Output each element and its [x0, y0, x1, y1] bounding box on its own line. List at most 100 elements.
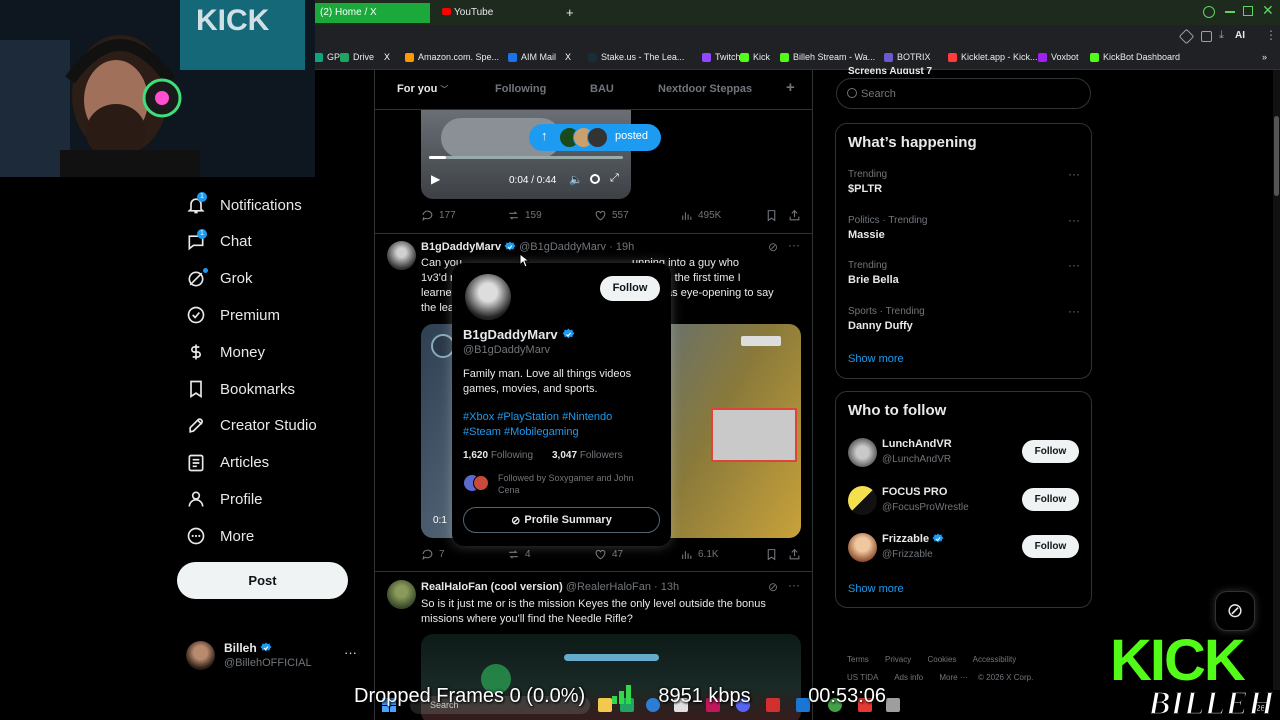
sidebar-item-creator-studio[interactable]: Creator Studio — [186, 416, 317, 436]
tweet2-avatar[interactable] — [387, 241, 416, 270]
ai-button[interactable]: AI — [1235, 30, 1245, 41]
footer-link-more[interactable]: More ··· — [939, 673, 967, 682]
close-icon[interactable]: ✕ — [1262, 2, 1274, 19]
trend-item[interactable]: Sports · Trending Danny Duffy ··· — [848, 304, 1080, 332]
sidebar-item-chat[interactable]: Chat — [186, 232, 252, 252]
scrollbar-thumb[interactable] — [1274, 116, 1279, 196]
bookmark-item[interactable]: Stake.us - The Lea... — [588, 52, 684, 62]
grok-icon[interactable]: ⊘ — [768, 580, 778, 594]
bookmark-item[interactable]: BOTRIX — [884, 52, 931, 62]
repost-button[interactable]: 4 — [507, 548, 531, 561]
bookmark-item[interactable]: Billeh Stream - Wa... — [780, 52, 875, 62]
tweet2-author-name[interactable]: B1gDaddyMarv — [421, 241, 501, 253]
sidebar-item-premium[interactable]: Premium — [186, 305, 280, 325]
settings-icon[interactable] — [590, 174, 600, 184]
new-tab-button[interactable]: + — [560, 3, 576, 23]
tweet2-handle-time[interactable]: @B1gDaddyMarv · 19h — [519, 241, 634, 253]
follow-show-more-link[interactable]: Show more — [848, 583, 904, 595]
reply-button[interactable]: 177 — [421, 209, 456, 222]
follow-suggestion[interactable]: FOCUS PRO @FocusProWrestle Follow — [836, 484, 1091, 520]
bookmark-item[interactable]: AIM Mail — [508, 52, 556, 62]
new-posts-pill[interactable]: ↑ posted — [529, 124, 661, 151]
hovercard-handle[interactable]: @B1gDaddyMarv — [463, 344, 550, 356]
like-button[interactable]: 557 — [594, 209, 629, 222]
post-button[interactable]: Post — [177, 562, 348, 599]
footer-link-terms[interactable]: Terms — [847, 655, 869, 664]
follow-button[interactable]: Follow — [1022, 440, 1079, 463]
trend-more-icon[interactable]: ··· — [1068, 213, 1080, 227]
grok-floating-icon[interactable]: ⊘ — [1215, 591, 1255, 631]
fullscreen-icon[interactable]: ⤢ — [610, 172, 619, 185]
tweet-more-icon[interactable]: ··· — [788, 578, 800, 592]
screenshot-icon[interactable] — [1201, 31, 1212, 42]
follow-button[interactable]: Follow — [1022, 487, 1079, 511]
search-box[interactable] — [836, 78, 1091, 109]
bookmark-item[interactable]: X — [384, 52, 390, 62]
hashtag-line[interactable]: #Xbox #PlayStation #Nintendo — [463, 410, 612, 425]
page-scrollbar[interactable] — [1273, 70, 1280, 690]
views-button[interactable]: 495K — [680, 209, 721, 222]
footer-link-accessibility[interactable]: Accessibility — [973, 655, 1017, 664]
follow-suggestion[interactable]: Frizzable @Frizzable Follow — [836, 531, 1091, 567]
tweet3-avatar[interactable] — [387, 580, 416, 609]
hovercard-avatar[interactable] — [465, 274, 511, 320]
hovercard-following[interactable]: 1,620 Following — [463, 450, 533, 461]
account-switcher[interactable]: Billeh @BillehOFFICIAL ··· — [186, 641, 364, 677]
profile-summary-button[interactable]: ⊘ Profile Summary — [463, 507, 660, 533]
extensions-icon[interactable] — [1178, 28, 1195, 45]
sidebar-item-more[interactable]: More — [186, 526, 254, 546]
bookmark-item[interactable]: Kicklet.app - Kick... — [948, 52, 1038, 62]
hovercard-name[interactable]: B1gDaddyMarv — [463, 327, 558, 342]
trends-show-more-link[interactable]: Show more — [848, 353, 904, 365]
bookmark-button[interactable] — [765, 209, 778, 222]
grok-icon[interactable]: ⊘ — [768, 240, 778, 254]
bookmark-item[interactable]: Amazon.com. Spe... — [405, 52, 499, 62]
repost-button[interactable]: 159 — [507, 209, 542, 222]
bookmark-item[interactable]: Drive — [340, 52, 374, 62]
search-tabs-icon[interactable] — [1203, 6, 1215, 18]
tab-for-you[interactable]: For you ﹀ — [397, 83, 448, 95]
minimize-icon[interactable] — [1225, 11, 1235, 13]
footer-link-privacy[interactable]: Privacy — [885, 655, 911, 664]
volume-icon[interactable]: 🔈 — [569, 173, 583, 186]
tab-bau[interactable]: BAU — [590, 83, 614, 95]
hovercard-followers[interactable]: 3,047 Followers — [552, 450, 623, 461]
views-button[interactable]: 6.1K — [680, 548, 719, 561]
tweet3-author-name[interactable]: RealHaloFan (cool version) — [421, 581, 563, 593]
sidebar-item-articles[interactable]: Articles — [186, 453, 269, 473]
tab-following[interactable]: Following — [495, 83, 546, 95]
play-icon[interactable]: ▶ — [431, 172, 440, 186]
trend-item[interactable]: Trending $PLTR ··· — [848, 167, 1080, 195]
tweet3-handle-time[interactable]: @RealerHaloFan · 13h — [566, 581, 679, 593]
share-button[interactable] — [788, 209, 801, 222]
share-button[interactable] — [788, 548, 801, 561]
hovercard-follow-button[interactable]: Follow — [600, 276, 660, 301]
sidebar-item-grok[interactable]: Grok — [186, 269, 253, 289]
sidebar-item-money[interactable]: Money — [186, 342, 265, 362]
bookmark-button[interactable] — [765, 548, 778, 561]
tab-home-x[interactable]: (2) Home / X — [314, 3, 430, 23]
hovercard-hashtags[interactable]: #Xbox #PlayStation #Nintendo #Steam #Mob… — [463, 410, 612, 440]
bookmark-item[interactable]: Twitch — [702, 52, 741, 62]
follow-suggestion[interactable]: LunchAndVR @LunchAndVR Follow — [836, 436, 1091, 472]
trend-more-icon[interactable]: ··· — [1068, 258, 1080, 272]
bookmark-item[interactable]: Voxbot — [1038, 52, 1079, 62]
reply-button[interactable]: 7 — [421, 548, 445, 561]
sidebar-item-bookmarks[interactable]: Bookmarks — [186, 379, 295, 399]
search-input[interactable] — [861, 85, 1081, 103]
follow-button[interactable]: Follow — [1022, 535, 1079, 558]
footer-link-ads-info[interactable]: Ads info — [894, 673, 923, 682]
bookmark-item[interactable]: KickBot Dashboard — [1090, 52, 1180, 62]
like-button[interactable]: 47 — [594, 548, 623, 561]
bookmarks-overflow-icon[interactable]: » — [1262, 52, 1267, 62]
account-more-icon[interactable]: ··· — [344, 645, 357, 660]
tweet-more-icon[interactable]: ··· — [788, 238, 800, 252]
hashtag-line[interactable]: #Steam #Mobilegaming — [463, 425, 612, 440]
sidebar-item-profile[interactable]: Profile — [186, 489, 263, 509]
maximize-icon[interactable] — [1243, 6, 1253, 16]
menu-icon[interactable]: ⋮ — [1265, 28, 1277, 42]
trend-item[interactable]: Trending Brie Bella ··· — [848, 258, 1080, 286]
tab-youtube[interactable]: YouTube — [436, 3, 546, 23]
add-tab-button[interactable]: + — [786, 79, 795, 96]
footer-link-cookies[interactable]: Cookies — [927, 655, 956, 664]
